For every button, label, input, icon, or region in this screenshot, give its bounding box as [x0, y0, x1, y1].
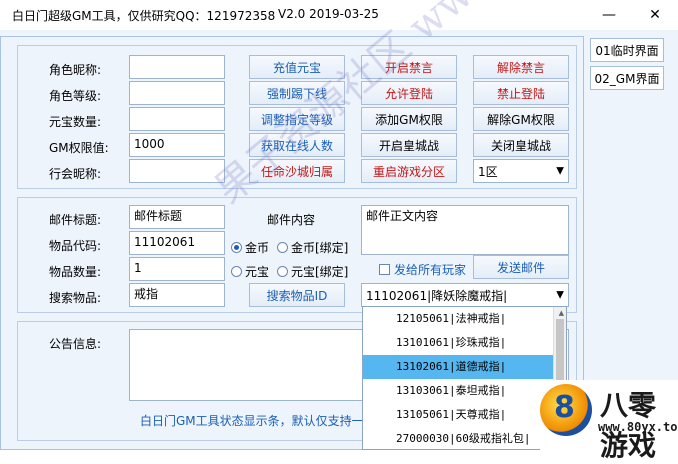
search-item-label: 搜索物品: [49, 291, 102, 305]
status-bar-text: 白日门GM工具状态显示条，默认仅支持一区 [140, 414, 376, 428]
window-title: 白日门超级GM工具，仅供研究QQ：121972358 [12, 9, 276, 23]
yuanbao-label: 元宝数量: [49, 115, 102, 129]
appoint-castle-button[interactable]: 任命沙城归属 [249, 159, 345, 183]
scroll-up-icon[interactable]: ▲ [559, 309, 564, 317]
radio-unchecked-icon [277, 242, 288, 253]
kick-button[interactable]: 强制踢下线 [249, 81, 345, 105]
search-item-button[interactable]: 搜索物品ID [249, 283, 345, 307]
scroll-thumb[interactable] [556, 319, 564, 389]
version-label: V2.0 2019-03-25 [278, 7, 379, 21]
role-name-label: 角色昵称: [49, 63, 102, 77]
send-mail-button[interactable]: 发送邮件 [473, 255, 569, 279]
role-level-input[interactable] [129, 81, 225, 105]
zone-select[interactable]: 1区 ▼ [473, 159, 569, 183]
item-dropdown-list[interactable]: 12105061|法神戒指| 13101061|珍珠戒指| 13102061|道… [362, 306, 567, 450]
recharge-button[interactable]: 充值元宝 [249, 55, 345, 79]
send-all-checkbox[interactable]: 发给所有玩家 [379, 261, 466, 278]
add-gm-button[interactable]: 添加GM权限 [361, 107, 457, 131]
role-name-input[interactable] [129, 55, 225, 79]
notice-label: 公告信息: [49, 337, 102, 351]
minimize-button[interactable]: — [586, 0, 632, 30]
list-item[interactable]: 27000030|60级戒指礼包| [363, 427, 566, 449]
radio-gold[interactable]: 金币 [231, 239, 269, 256]
tab-gm-view[interactable]: 02_GM界面 [590, 66, 664, 90]
item-code-label: 物品代码: [49, 239, 102, 253]
mail-title-input[interactable]: 邮件标题 [129, 205, 225, 229]
guild-label: 行会昵称: [49, 167, 102, 181]
remove-gm-button[interactable]: 解除GM权限 [473, 107, 569, 131]
list-item[interactable]: 13105061|天尊戒指| [363, 403, 566, 427]
radio-yuanbao-bound[interactable]: 元宝[绑定] [277, 263, 348, 280]
title-bar: 白日门超级GM工具，仅供研究QQ：121972358 V2.0 2019-03-… [0, 0, 678, 30]
zone-select-value: 1区 [478, 164, 498, 179]
chevron-down-icon: ▼ [556, 165, 564, 177]
close-castle-war-button[interactable]: 关闭皇城战 [473, 133, 569, 157]
item-select-value: 11102061|降妖除魔戒指| [366, 288, 508, 303]
search-item-input[interactable]: 戒指 [129, 283, 225, 307]
item-count-input[interactable]: 1 [129, 257, 225, 281]
mail-content-label: 邮件内容 [267, 213, 316, 227]
list-item[interactable]: 13103061|泰坦戒指| [363, 379, 566, 403]
open-castle-war-button[interactable]: 开启皇城战 [361, 133, 457, 157]
remove-mute-button[interactable]: 解除禁言 [473, 55, 569, 79]
radio-checked-icon [231, 242, 242, 253]
radio-gold-bound[interactable]: 金币[绑定] [277, 239, 348, 256]
chevron-down-icon: ▼ [556, 289, 564, 301]
allow-login-button[interactable]: 允许登陆 [361, 81, 457, 105]
mail-title-label: 邮件标题: [49, 213, 102, 227]
item-select[interactable]: 11102061|降妖除魔戒指| ▼ [361, 283, 569, 307]
tab-temp-view[interactable]: 01临时界面 [590, 38, 664, 62]
radio-gold-label: 金币 [245, 241, 270, 255]
site-logo: 8 八零游戏 www.80yx.top [540, 380, 678, 462]
radio-yuanbao-label: 元宝 [245, 265, 270, 279]
checkbox-icon [379, 264, 390, 275]
logo-mark: 8 [554, 390, 575, 425]
list-item[interactable]: 12105061|法神戒指| [363, 307, 566, 331]
list-item[interactable]: 13101061|珍珠戒指| [363, 331, 566, 355]
list-item-selected[interactable]: 13102061|道德戒指| [363, 355, 554, 379]
radio-yuanbao-bound-label: 元宝[绑定] [291, 265, 349, 279]
radio-unchecked-icon [277, 266, 288, 277]
send-all-label: 发给所有玩家 [394, 263, 467, 277]
radio-unchecked-icon [231, 266, 242, 277]
radio-gold-bound-label: 金币[绑定] [291, 241, 349, 255]
online-count-button[interactable]: 获取在线人数 [249, 133, 345, 157]
item-count-label: 物品数量: [49, 265, 102, 279]
guild-input[interactable] [129, 159, 225, 183]
item-code-input[interactable]: 11102061 [129, 231, 225, 255]
gm-level-label: GM权限值: [49, 141, 109, 155]
close-button[interactable]: ✕ [632, 0, 678, 30]
forbid-login-button[interactable]: 禁止登陆 [473, 81, 569, 105]
yuanbao-input[interactable] [129, 107, 225, 131]
role-level-label: 角色等级: [49, 89, 102, 103]
set-level-button[interactable]: 调整指定等级 [249, 107, 345, 131]
logo-url: www.80yx.top [598, 420, 678, 434]
gm-level-input[interactable]: 1000 [129, 133, 225, 157]
mail-content-input[interactable]: 邮件正文内容 [361, 205, 569, 255]
reset-zone-button[interactable]: 重启游戏分区 [361, 159, 457, 183]
radio-yuanbao[interactable]: 元宝 [231, 263, 269, 280]
enable-mute-button[interactable]: 开启禁言 [361, 55, 457, 79]
